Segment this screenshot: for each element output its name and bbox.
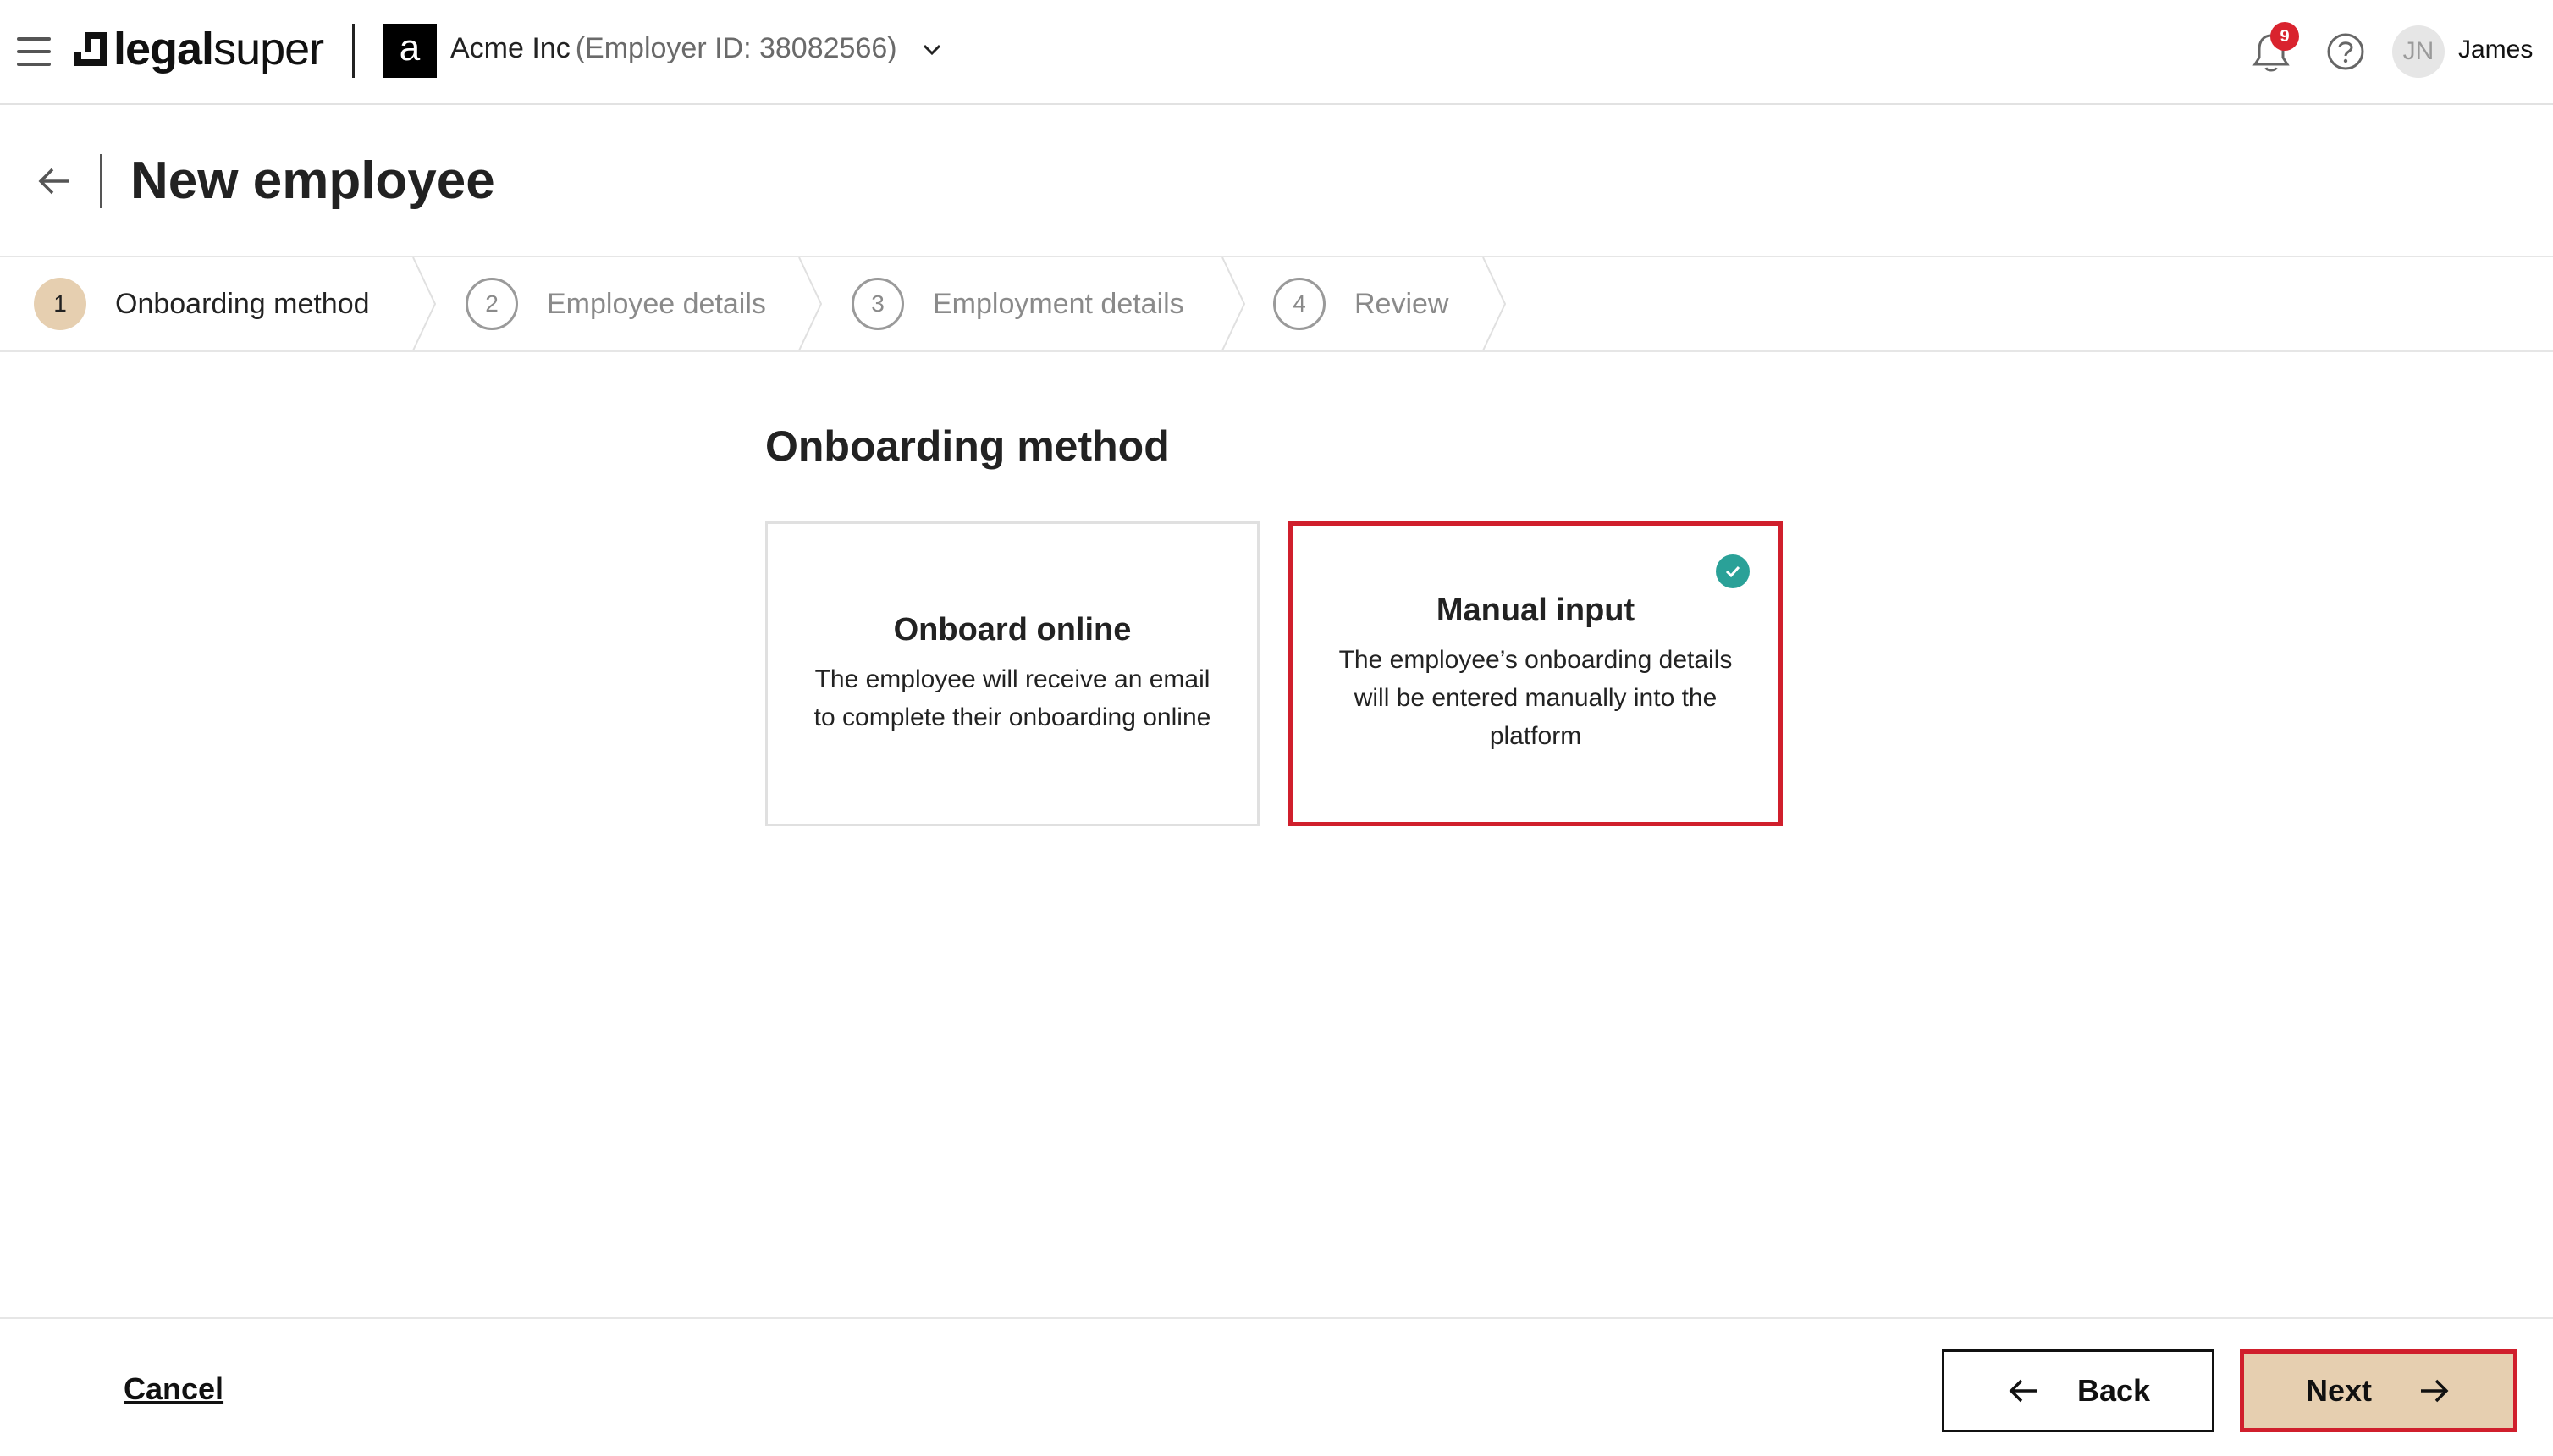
back-arrow-icon[interactable] (34, 163, 76, 200)
option-title: Onboard online (893, 611, 1132, 648)
back-button[interactable]: Back (1942, 1349, 2214, 1432)
step-number: 1 (34, 278, 86, 330)
next-button-label: Next (2305, 1373, 2373, 1408)
step-number: 4 (1273, 278, 1326, 330)
back-button-label: Back (2076, 1373, 2151, 1408)
option-card-onboard-online[interactable]: Onboard online The employee will receive… (765, 521, 1260, 826)
step-label: Onboarding method (115, 287, 370, 320)
hamburger-icon[interactable] (17, 37, 51, 66)
cancel-link[interactable]: Cancel (124, 1371, 223, 1407)
header-divider (352, 24, 355, 78)
step-separator-chevron (1221, 257, 1246, 350)
step-employment-details[interactable]: 3 Employment details (852, 257, 1184, 350)
option-description: The employee will receive an email to co… (813, 665, 1211, 731)
step-label: Employment details (933, 287, 1184, 320)
step-review[interactable]: 4 Review (1273, 257, 1448, 350)
org-employer-id: (Employer ID: 38082566) (575, 32, 897, 64)
next-button[interactable]: Next (2240, 1349, 2517, 1432)
page-title: New employee (130, 152, 495, 210)
legalsuper-logo[interactable]: legalsuper (73, 22, 324, 76)
step-number: 3 (852, 278, 904, 330)
notification-badge: 9 (2270, 22, 2299, 51)
arrow-right-icon (2421, 1379, 2449, 1403)
section-title: Onboarding method (765, 422, 1170, 470)
step-number: 2 (466, 278, 518, 330)
org-logo: a (383, 24, 437, 78)
user-name[interactable]: James (2458, 36, 2533, 64)
option-card-manual-input[interactable]: Manual input The employee’s onboarding d… (1288, 521, 1783, 826)
progress-stepper: 1 Onboarding method 2 Employee details 3… (0, 256, 2553, 352)
footer-actions: Cancel Back Next (0, 1317, 2553, 1456)
arrow-left-icon (2009, 1379, 2037, 1403)
checkmark-icon (1716, 554, 1750, 588)
option-title: Manual input (1436, 593, 1635, 628)
user-avatar[interactable]: JN (2392, 25, 2445, 78)
org-name: Acme Inc (450, 32, 571, 64)
legalsuper-mark-icon (74, 32, 107, 66)
step-separator-chevron (798, 257, 823, 350)
top-navigation-bar: legalsuper a Acme Inc (Employer ID: 38082… (0, 0, 2553, 105)
chevron-down-icon (923, 44, 941, 56)
option-description: The employee’s onboarding details will b… (1338, 646, 1733, 750)
step-label: Employee details (547, 287, 766, 320)
title-divider (100, 154, 102, 208)
step-separator-chevron (412, 257, 437, 350)
step-onboarding-method[interactable]: 1 Onboarding method (34, 257, 370, 350)
help-icon[interactable] (2326, 32, 2365, 71)
step-employee-details[interactable]: 2 Employee details (466, 257, 766, 350)
org-selector[interactable]: Acme Inc (Employer ID: 38082566) (450, 32, 942, 65)
step-separator-chevron (1482, 257, 1507, 350)
step-label: Review (1354, 287, 1449, 320)
brand-name: legalsuper (113, 24, 324, 74)
